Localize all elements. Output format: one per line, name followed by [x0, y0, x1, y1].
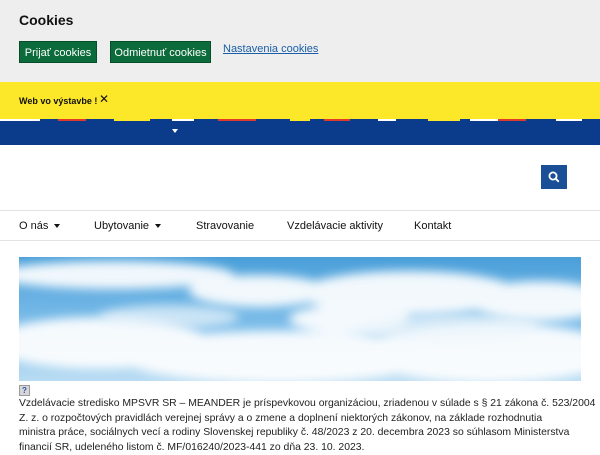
nav-item-vzdelavacie-aktivity[interactable]: Vzdelávacie aktivity — [287, 220, 383, 232]
intro-line: financií SR, udeleného listom č. MF/0162… — [19, 441, 365, 453]
nav-item-label: O nás — [19, 220, 49, 232]
stripe — [498, 119, 526, 121]
cookie-settings-link[interactable]: Nastavenia cookies — [223, 43, 318, 55]
intro-line: Z. z. o rozpočtových pravidlách verejnej… — [19, 412, 543, 424]
cookie-title: Cookies — [19, 12, 74, 28]
stripe — [470, 119, 498, 121]
search-button[interactable] — [541, 165, 567, 189]
nav-item-o-nas[interactable]: O nás — [19, 220, 61, 232]
reject-cookies-button[interactable]: Odmietnuť cookies — [110, 41, 211, 63]
stripe — [58, 119, 86, 121]
nav-item-ubytovanie[interactable]: Ubytovanie — [94, 220, 162, 232]
nav-item-label: Stravovanie — [196, 220, 255, 232]
sky-clouds-image — [19, 257, 581, 381]
stripe — [114, 119, 150, 121]
stripe — [324, 119, 350, 121]
notice-text: Web vo výstavbe ! — [19, 96, 98, 106]
nav-item-label: Ubytovanie — [94, 220, 150, 232]
intro-line: Vzdelávacie stredisko MPSVR SR – MEANDER… — [19, 398, 596, 409]
chevron-down-icon — [155, 224, 162, 229]
stripe — [378, 119, 396, 121]
search-icon — [548, 171, 560, 183]
intro-paragraph: Vzdelávacie stredisko MPSVR SR – MEANDER… — [19, 397, 596, 455]
chevron-down-icon — [54, 224, 61, 229]
stripe — [172, 119, 194, 121]
nav-item-label: Vzdelávacie aktivity — [287, 220, 383, 232]
top-band — [0, 119, 600, 145]
stripe — [428, 119, 460, 121]
intro-line: ministra práce, sociálnych vecí a rodiny… — [19, 427, 570, 439]
stripe — [556, 119, 582, 121]
construction-notice: Web vo výstavbe ! ✕ — [0, 82, 600, 119]
nav-item-stravovanie[interactable]: Stravovanie — [196, 220, 254, 232]
nav-item-label: Kontakt — [414, 220, 452, 232]
site-header — [0, 145, 600, 210]
close-icon[interactable]: ✕ — [98, 93, 110, 105]
main-nav: O nás Ubytovanie Stravovanie Vzdelávacie… — [0, 210, 600, 241]
cookie-banner: Cookies Prijať cookies Odmietnuť cookies… — [0, 0, 600, 82]
stripe — [218, 119, 256, 121]
chevron-down-icon[interactable] — [172, 129, 178, 133]
stripe — [0, 119, 40, 121]
hero-image — [19, 257, 581, 381]
accept-cookies-button[interactable]: Prijať cookies — [19, 41, 97, 63]
nav-item-kontakt[interactable]: Kontakt — [414, 220, 451, 232]
stripe — [290, 119, 310, 121]
question-icon: ? — [19, 385, 30, 396]
